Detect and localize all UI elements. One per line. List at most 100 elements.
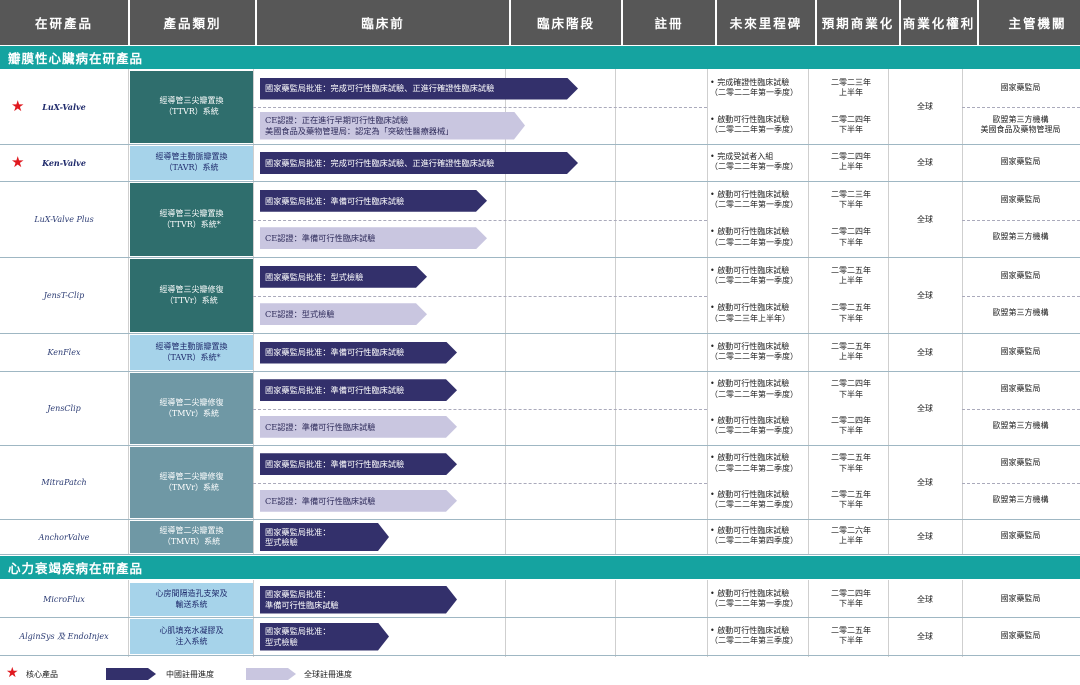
china-progress-bar: 國家藥監局批准：完成可行性臨床試驗、正進行確證性臨床試驗 (260, 78, 578, 100)
grid-line (707, 69, 708, 555)
expected-commercialization: 二零二三年 上半年 (831, 77, 871, 97)
milestone: • 啟動可行性臨床試驗 （二零二二年第一季度） (710, 227, 798, 247)
expected-commercialization: 二零二五年 下半年 (831, 453, 871, 473)
milestone: • 完成確證性臨床試驗 （二零二二年第一季度） (710, 77, 798, 97)
grid-line (707, 580, 708, 657)
section-header: 瓣膜性心臟病在研產品 (0, 46, 1080, 69)
global-progress-bar: CE認證：型式檢驗 (260, 303, 427, 325)
regulatory-authority: 國家藥監局 (1000, 270, 1041, 280)
expected-commercialization: 二零二六年 上半年 (831, 526, 871, 546)
milestone: • 啟動可行性臨床試驗 （二零二二年第三季度） (710, 625, 798, 645)
row-divider (0, 655, 1080, 656)
header-cell: 臨床階段 (511, 0, 621, 45)
product-category: 心肌填充水凝膠及 注入系統 (130, 619, 253, 654)
expected-commercialization: 二零二五年 上半年 (831, 341, 871, 361)
china-progress-bar: 國家藥監局批准： 準備可行性臨床試驗 (260, 586, 457, 614)
china-progress-bar: 國家藥監局批准：完成可行性臨床試驗、正進行確證性臨床試驗 (260, 152, 578, 174)
legend-china-label: 中國註冊進度 (166, 670, 214, 679)
header-cell: 臨床前 (257, 0, 509, 45)
commercial-rights: 全球 (917, 158, 933, 167)
china-progress-bar: 國家藥監局批准： 型式檢驗 (260, 623, 389, 651)
grid-line (808, 69, 809, 555)
legend-global-label: 全球註冊進度 (304, 670, 352, 679)
expected-commercialization: 二零二五年 下半年 (831, 489, 871, 510)
expected-commercialization: 二零二四年 下半年 (831, 379, 871, 399)
star-icon: ★ (11, 97, 25, 115)
header-cell: 未來里程碑 (717, 0, 815, 45)
row-dashed-divider (962, 408, 1080, 410)
product-category: 經導管二尖瓣修復 （TMVr）系統 (130, 373, 253, 444)
expected-commercialization: 二零二五年 下半年 (831, 625, 871, 645)
product-category: 經導管三尖瓣修復 （TTVr）系統 (130, 259, 253, 332)
china-progress-bar: 國家藥監局批准：準備可行性臨床試驗 (260, 190, 487, 212)
regulatory-authority: 國家藥監局 (1000, 157, 1041, 166)
regulatory-authority: 歐盟第三方機構 (992, 308, 1049, 318)
product-name: LuX-Valve Plus (34, 215, 94, 224)
regulatory-authority: 國家藥監局 (1000, 82, 1041, 92)
commercial-rights: 全球 (917, 102, 933, 111)
product-category: 經導管主動脈瓣置換 （TAVR）系統 (130, 146, 253, 180)
grid-line (505, 580, 506, 657)
product-category: 經導管主動脈瓣置換 （TAVR）系統* (130, 335, 253, 370)
grid-line (128, 580, 129, 657)
row-divider (0, 445, 1080, 446)
milestone: • 啟動可行性臨床試驗 （二零二二年第一季度） (710, 379, 798, 399)
product-name: MitraPatch (41, 478, 87, 487)
product-category: 經導管二尖瓣置換 （TMVR）系統 (130, 521, 253, 553)
china-progress-bar: 國家藥監局批准：型式檢驗 (260, 266, 427, 288)
product-name: MicroFlux (43, 595, 85, 604)
commercial-rights: 全球 (917, 631, 933, 641)
commercial-rights: 全球 (917, 403, 933, 413)
row-dashed-divider (253, 107, 707, 108)
grid-line (962, 580, 963, 657)
expected-commercialization: 二零二五年 下半年 (831, 303, 871, 323)
legend: ★ 核心產品 中國註冊進度 全球註冊進度 (0, 660, 1080, 684)
table-header: 在研產品 產品類別 臨床前 臨床階段 註冊 未來里程碑 預期商業化 商業化權利 主管機關 (0, 0, 1080, 45)
row-divider (0, 333, 1080, 334)
milestone: • 啟動可行性臨床試驗 （二零二三年上半年） (710, 303, 790, 323)
expected-commercialization: 二零二四年 下半年 (831, 114, 871, 134)
row-dashed-divider (962, 107, 1080, 108)
product-name: JensT-Clip (43, 291, 85, 300)
star-icon: ★ (6, 665, 19, 681)
header-cell: 主管機關 (979, 0, 1080, 45)
product-category: 心房間隔造孔支架及 輸送系統 (130, 583, 253, 616)
product-category: 經導管二尖瓣修復 （TMVr）系統 (130, 447, 253, 518)
row-dashed-divider (253, 219, 707, 221)
product-name: KenFlex (47, 348, 81, 357)
regulatory-authority: 歐盟第三方機構 美國食品及藥物管理局 (980, 114, 1061, 134)
milestone: • 啟動可行性臨床試驗 （二零二二年第一季度） (710, 189, 798, 210)
milestone: • 啟動可行性臨床試驗 （二零二二年第二季度） (710, 453, 798, 473)
header-cell: 產品類別 (130, 0, 255, 45)
regulatory-authority: 國家藥監局 (1000, 458, 1041, 468)
milestone: • 啟動可行性臨床試驗 （二零二二年第一季度） (710, 341, 798, 361)
row-divider (0, 181, 1080, 182)
china-progress-bar: 國家藥監局批准：準備可行性臨床試驗 (260, 453, 457, 475)
row-divider (0, 257, 1080, 258)
regulatory-authority: 國家藥監局 (1000, 531, 1041, 540)
grid-line (128, 69, 129, 555)
row-dashed-divider (253, 295, 707, 297)
global-progress-bar: CE認證：準備可行性臨床試驗 (260, 490, 457, 512)
product-category: 經導管三尖瓣置換 （TTVR）系統* (130, 183, 253, 256)
expected-commercialization: 二零二四年 下半年 (831, 588, 871, 608)
grid-line (253, 580, 254, 657)
commercial-rights: 全球 (917, 347, 933, 357)
milestone: • 啟動可行性臨床試驗 （二零二二年第一季度） (710, 114, 798, 134)
regulatory-authority: 歐盟第三方機構 (992, 494, 1049, 504)
regulatory-authority: 國家藥監局 (1000, 593, 1041, 603)
commercial-rights: 全球 (917, 594, 933, 604)
commercial-rights: 全球 (917, 532, 933, 541)
row-dashed-divider (253, 482, 707, 484)
regulatory-authority: 歐盟第三方機構 (992, 232, 1049, 242)
row-divider (0, 554, 1080, 555)
expected-commercialization: 二零二四年 上半年 (831, 152, 871, 172)
china-progress-bar: 國家藥監局批准：準備可行性臨床試驗 (260, 342, 457, 364)
milestone: • 啟動可行性臨床試驗 （二零二二年第一季度） (710, 415, 798, 436)
milestone: • 啟動可行性臨床試驗 （二零二二年第一季度） (710, 265, 798, 286)
grid-line (808, 580, 809, 657)
expected-commercialization: 二零二三年 下半年 (831, 189, 871, 210)
row-divider (0, 519, 1080, 520)
header-cell: 商業化權利 (901, 0, 977, 45)
commercial-rights: 全球 (917, 290, 933, 300)
